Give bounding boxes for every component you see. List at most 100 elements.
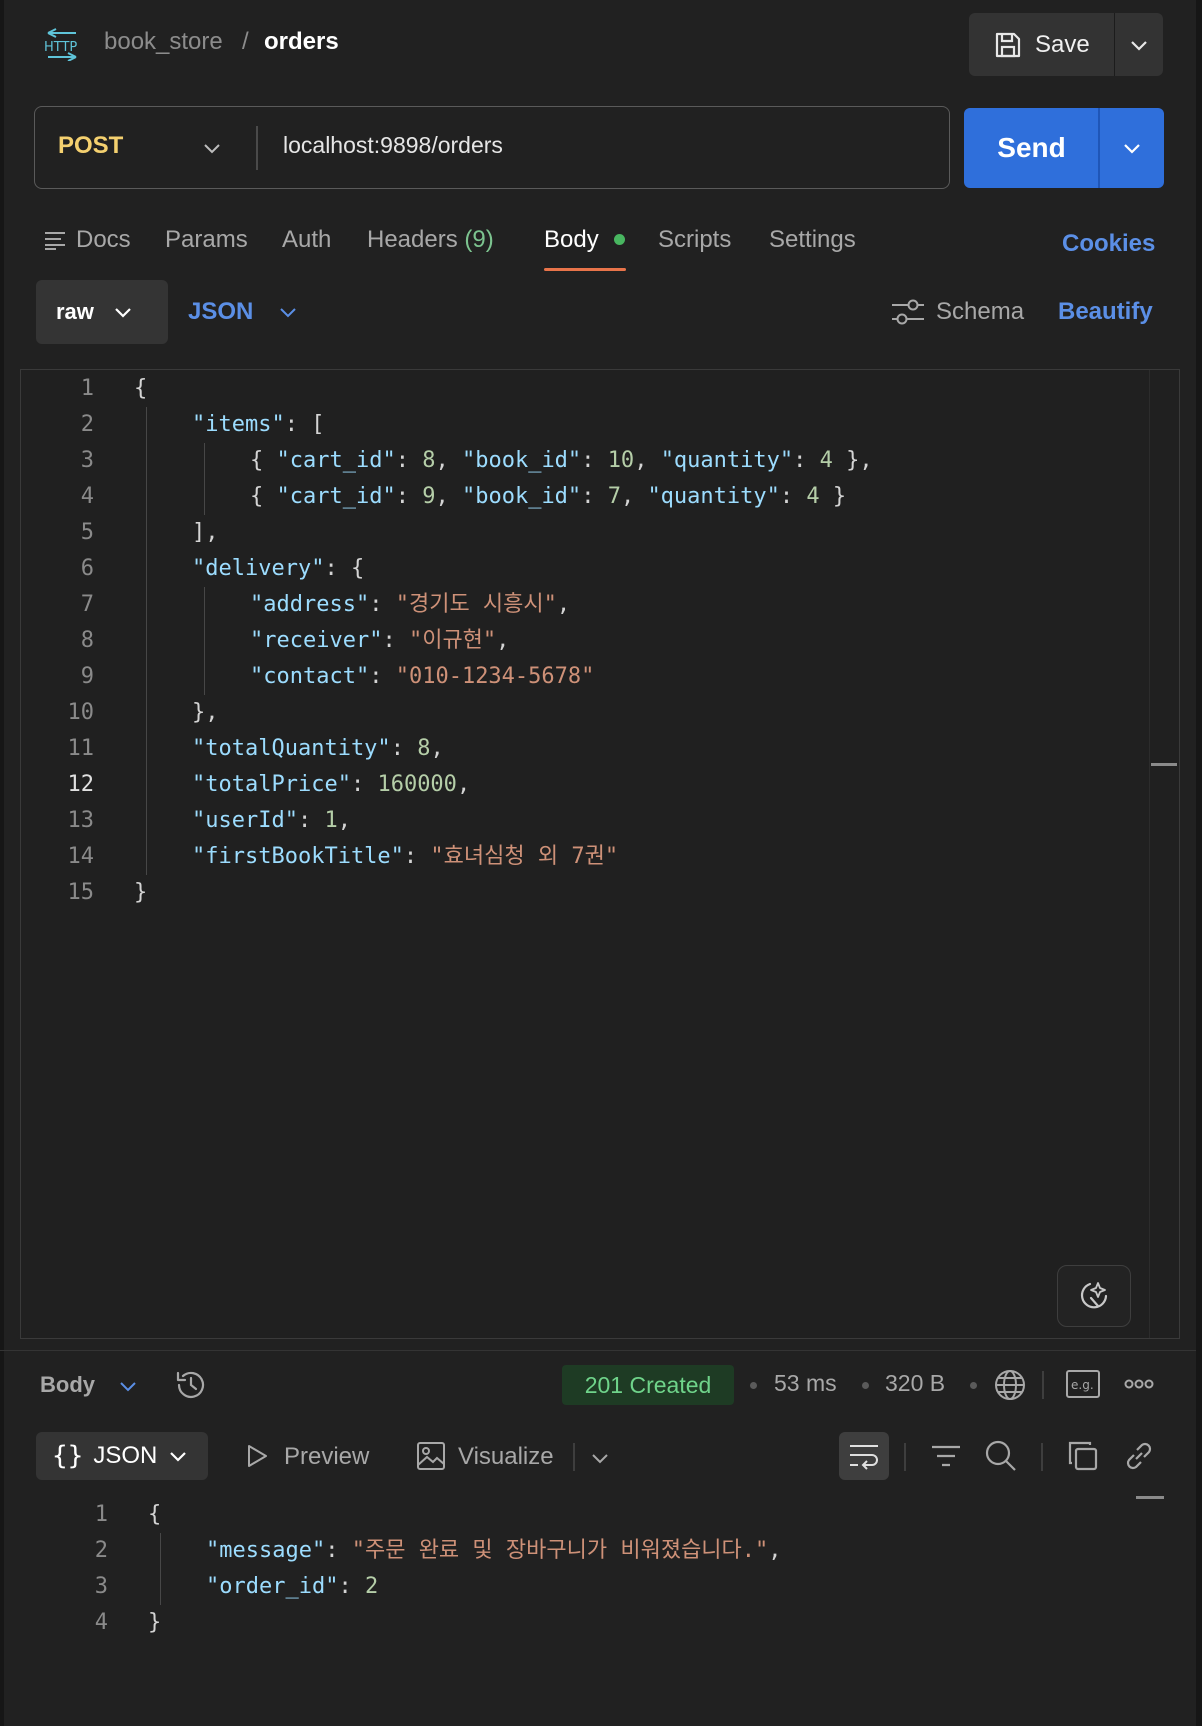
request-name[interactable]: orders	[264, 28, 339, 56]
code-line[interactable]: },	[192, 695, 219, 731]
save-dropdown-button[interactable]	[1115, 13, 1163, 76]
chevron-down-icon	[115, 308, 131, 318]
editor-scroll-thumb[interactable]	[1151, 763, 1177, 766]
breadcrumb-collection[interactable]: book_store	[104, 28, 223, 56]
preview-button[interactable]: Preview	[284, 1443, 369, 1471]
globe-icon[interactable]	[993, 1368, 1027, 1402]
body-language-select[interactable]: JSON	[188, 298, 253, 326]
code-line[interactable]: "firstBookTitle": "효녀심청 외 7권"	[192, 839, 618, 875]
chevron-down-icon[interactable]	[276, 300, 300, 324]
method-select[interactable]: POST	[58, 132, 123, 160]
code-line[interactable]: }	[134, 875, 147, 911]
play-icon[interactable]	[244, 1443, 270, 1469]
response-time[interactable]: 53 ms	[774, 1370, 837, 1397]
line-number: 12	[67, 772, 95, 797]
code-line[interactable]: "totalPrice": 160000,	[192, 767, 470, 803]
word-wrap-button[interactable]	[839, 1432, 889, 1480]
chevron-down-icon[interactable]	[116, 1374, 140, 1398]
body-mode-select[interactable]: raw	[36, 280, 168, 344]
visualize-button[interactable]: Visualize	[458, 1443, 554, 1471]
image-icon[interactable]	[416, 1441, 446, 1471]
line-number: 9	[80, 664, 94, 689]
filter-icon[interactable]	[929, 1439, 963, 1473]
save-button[interactable]: Save	[969, 13, 1115, 76]
line-number: 7	[80, 592, 94, 617]
search-icon[interactable]	[984, 1439, 1018, 1473]
tab-body[interactable]: Body	[544, 226, 599, 254]
code-line[interactable]: "totalQuantity": 8,	[192, 731, 444, 767]
line-number: 11	[67, 736, 95, 761]
breadcrumb-separator: /	[242, 28, 249, 55]
code-line[interactable]: "userId": 1,	[192, 803, 351, 839]
indent-guide	[160, 1533, 161, 1605]
response-size[interactable]: 320 B	[885, 1370, 945, 1397]
code-line[interactable]: "message": "주문 완료 및 장바구니가 비워졌습니다.",	[206, 1533, 782, 1569]
http-icon: HTTP	[44, 28, 77, 61]
curly-braces-icon: {}	[52, 1441, 84, 1471]
chevron-down-icon[interactable]	[200, 136, 224, 160]
toolbar-separator	[904, 1443, 906, 1471]
line-number: 6	[80, 556, 94, 581]
indent-guide	[146, 407, 147, 875]
beautify-button[interactable]: Beautify	[1058, 298, 1153, 326]
more-options-icon[interactable]	[1124, 1378, 1154, 1390]
response-body-select[interactable]: Body	[40, 1372, 95, 1398]
url-divider	[256, 126, 258, 170]
response-format-label: JSON	[93, 1442, 158, 1469]
code-line[interactable]: "delivery": {	[192, 551, 364, 587]
tab-auth[interactable]: Auth	[282, 226, 331, 254]
window-left-edge	[0, 0, 4, 1726]
example-icon[interactable]: e.g.	[1066, 1370, 1100, 1398]
line-number: 15	[67, 880, 95, 905]
editor-scrollbar[interactable]	[1149, 370, 1179, 1338]
headers-count-badge: (9)	[464, 226, 494, 253]
response-scroll-thumb[interactable]	[1136, 1496, 1164, 1499]
toolbar-separator	[1042, 1371, 1044, 1399]
svg-text:HTTP: HTTP	[44, 40, 77, 55]
meta-separator-dot	[862, 1382, 869, 1389]
history-icon[interactable]	[174, 1368, 208, 1402]
schema-sliders-icon[interactable]	[891, 298, 925, 326]
code-line[interactable]: "contact": "010-1234-5678"	[250, 659, 594, 695]
status-badge[interactable]: 201 Created	[562, 1365, 734, 1405]
line-number: 4	[80, 484, 94, 509]
send-dropdown-button[interactable]	[1100, 108, 1164, 188]
save-icon	[995, 32, 1021, 57]
tab-params[interactable]: Params	[165, 226, 248, 254]
ai-assist-button[interactable]	[1057, 1265, 1131, 1327]
copy-icon[interactable]	[1066, 1439, 1100, 1473]
indent-guide	[204, 587, 205, 695]
line-number: 3	[80, 448, 94, 473]
code-line[interactable]: {	[148, 1497, 161, 1533]
url-input[interactable]: localhost:9898/orders	[283, 132, 503, 159]
line-number: 1	[94, 1502, 108, 1527]
line-number: 14	[67, 844, 95, 869]
cookies-link[interactable]: Cookies	[1062, 230, 1155, 258]
response-format-select[interactable]: {} JSON	[36, 1432, 208, 1480]
code-line[interactable]: "order_id": 2	[206, 1569, 378, 1605]
line-number: 13	[67, 808, 95, 833]
code-line[interactable]: "address": "경기도 시흥시",	[250, 587, 570, 623]
meta-separator-dot	[750, 1382, 757, 1389]
schema-button[interactable]: Schema	[936, 298, 1024, 326]
chevron-down-icon[interactable]	[588, 1446, 612, 1470]
link-icon[interactable]	[1122, 1439, 1156, 1473]
code-line[interactable]: { "cart_id": 8, "book_id": 10, "quantity…	[250, 443, 873, 479]
code-line[interactable]: }	[148, 1605, 161, 1641]
tab-settings[interactable]: Settings	[769, 226, 856, 254]
tab-headers-label: Headers	[367, 226, 458, 253]
code-line[interactable]: "receiver": "이규현",	[250, 623, 509, 659]
code-line[interactable]: {	[134, 371, 147, 407]
line-number: 2	[80, 412, 94, 437]
toolbar-separator	[573, 1443, 575, 1471]
docs-icon	[45, 232, 65, 250]
line-number: 5	[80, 520, 94, 545]
tab-scripts[interactable]: Scripts	[658, 226, 731, 254]
send-button[interactable]: Send	[964, 108, 1099, 188]
code-line[interactable]: "items": [	[192, 407, 324, 443]
code-line[interactable]: { "cart_id": 9, "book_id": 7, "quantity"…	[250, 479, 846, 515]
line-number: 10	[67, 700, 95, 725]
code-line[interactable]: ],	[192, 515, 219, 551]
tab-docs[interactable]: Docs	[76, 226, 131, 254]
tab-headers[interactable]: Headers (9)	[367, 226, 494, 254]
